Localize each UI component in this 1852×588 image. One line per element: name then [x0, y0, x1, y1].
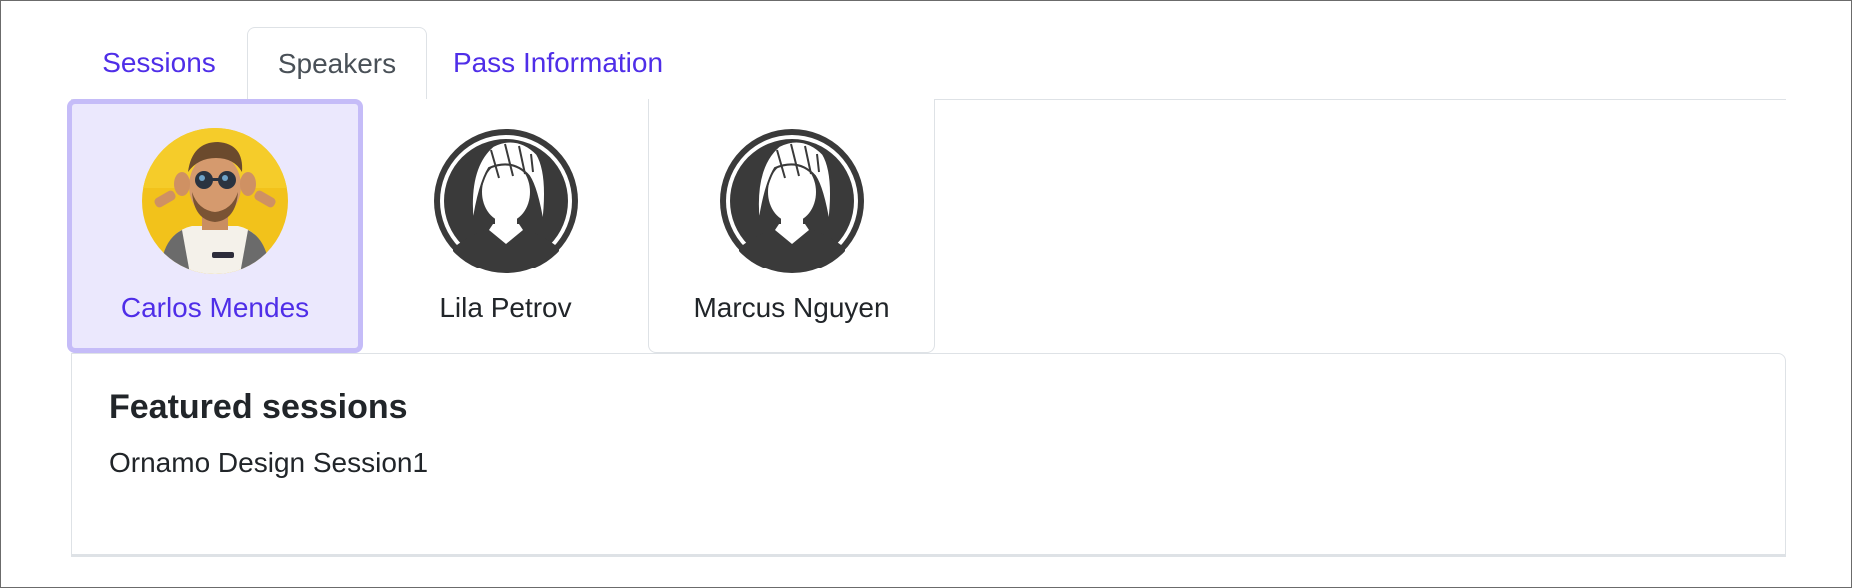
- speaker-card-lila-petrov[interactable]: Lila Petrov: [363, 99, 648, 353]
- tab-bar: Sessions Speakers Pass Information: [71, 27, 1786, 100]
- speaker-name: Carlos Mendes: [120, 292, 310, 323]
- tab-speakers[interactable]: Speakers: [247, 27, 427, 100]
- placeholder-avatar-icon: [719, 128, 865, 274]
- tab-pass-information-label: Pass Information: [452, 47, 664, 78]
- featured-sessions-heading: Featured sessions: [109, 388, 408, 426]
- person-photo-icon: [142, 128, 288, 274]
- placeholder-avatar-icon: [433, 128, 579, 274]
- featured-sessions-panel: Featured sessions Ornamo Design Session1: [71, 353, 1786, 557]
- speaker-card-carlos-mendes[interactable]: Carlos Mendes: [67, 99, 363, 353]
- tab-speakers-label: Speakers: [277, 47, 397, 79]
- tab-sessions[interactable]: Sessions: [71, 27, 247, 99]
- speaker-name: Lila Petrov: [439, 292, 572, 323]
- silhouette-icon: [719, 129, 864, 273]
- speaker-photo-avatar: [142, 128, 288, 274]
- featured-session-item: Ornamo Design Session1: [109, 447, 429, 478]
- app-frame: Sessions Speakers Pass Information Carlo…: [0, 0, 1852, 588]
- tab-pass-information[interactable]: Pass Information: [427, 27, 689, 99]
- speaker-name: Marcus Nguyen: [693, 292, 890, 323]
- silhouette-icon: [433, 129, 578, 273]
- tab-sessions-label: Sessions: [102, 47, 216, 78]
- speaker-card-marcus-nguyen[interactable]: Marcus Nguyen: [648, 99, 935, 353]
